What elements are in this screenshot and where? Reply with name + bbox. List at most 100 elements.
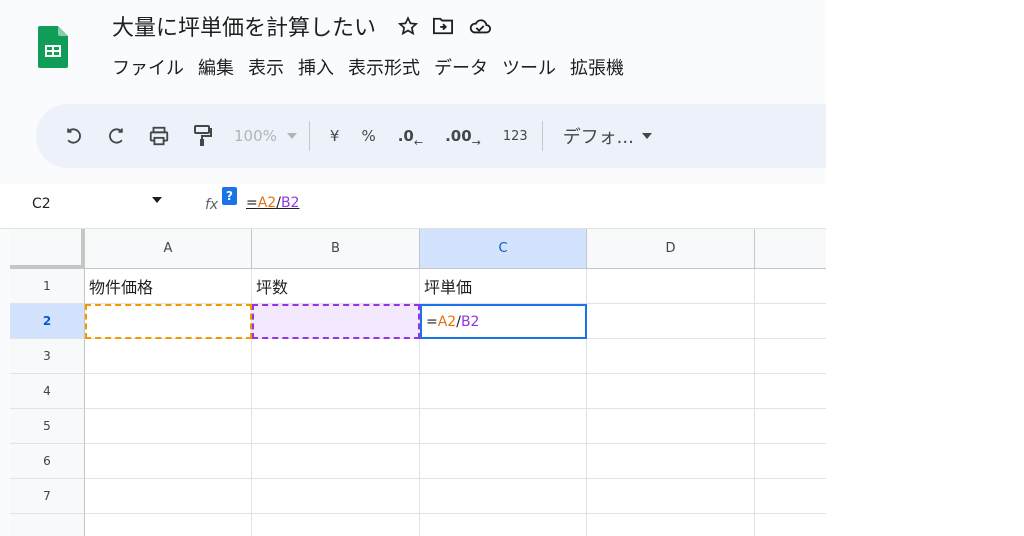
select-all-corner[interactable]	[10, 229, 85, 269]
cell-a2[interactable]	[85, 304, 252, 339]
number-format-button[interactable]: 123	[503, 129, 528, 144]
cell-d3[interactable]	[587, 339, 755, 374]
menu-tools[interactable]: ツール	[502, 54, 556, 80]
cell-a3[interactable]	[85, 339, 252, 374]
menu-extensions[interactable]: 拡張機	[570, 54, 624, 80]
row-header-8[interactable]	[10, 514, 85, 536]
cloud-status-icon[interactable]	[468, 16, 492, 36]
document-title-row: 大量に坪単価を計算したい	[112, 10, 492, 42]
row-header-7[interactable]: 7	[10, 479, 85, 514]
cell-b1[interactable]: 坪数	[252, 269, 420, 304]
row-header-4[interactable]: 4	[10, 374, 85, 409]
chevron-down-icon	[641, 133, 652, 139]
cell-b2[interactable]	[252, 304, 420, 339]
cell-b7[interactable]	[252, 479, 420, 514]
currency-format-button[interactable]: ¥	[330, 127, 340, 145]
paint-format-button[interactable]	[192, 124, 212, 148]
print-icon	[149, 126, 169, 146]
cell-b4[interactable]	[252, 374, 420, 409]
cell-b6[interactable]	[252, 444, 420, 479]
cell-formula-equals: =	[426, 313, 438, 330]
formula-equals: =	[246, 195, 258, 211]
font-family-select[interactable]: デフォ...	[563, 123, 652, 149]
cell-c5[interactable]	[420, 409, 587, 444]
column-header-e[interactable]	[755, 229, 826, 269]
menu-edit[interactable]: 編集	[198, 54, 234, 80]
cell-c2-active[interactable]: = A2/B2	[420, 304, 587, 339]
column-header-d[interactable]: D	[587, 229, 755, 269]
cell-e7[interactable]	[755, 479, 826, 514]
cell-d2[interactable]	[587, 304, 755, 339]
row-header-6[interactable]: 6	[10, 444, 85, 479]
menu-format[interactable]: 表示形式	[348, 54, 420, 80]
menu-file[interactable]: ファイル	[112, 54, 184, 80]
redo-icon	[109, 128, 123, 144]
row-header-2[interactable]: 2	[10, 304, 85, 339]
cell-d7[interactable]	[587, 479, 755, 514]
font-family-value: デフォ...	[562, 127, 634, 148]
cell-d1[interactable]	[587, 269, 755, 304]
chevron-down-icon	[286, 133, 297, 139]
formula-input[interactable]: =A2/B2	[246, 195, 299, 211]
row-header-1[interactable]: 1	[10, 269, 85, 304]
cell-b3[interactable]	[252, 339, 420, 374]
cell-c6[interactable]	[420, 444, 587, 479]
sheets-logo-icon[interactable]	[38, 26, 68, 68]
move-to-folder-icon[interactable]	[432, 16, 454, 36]
cell-c1[interactable]: 坪単価	[420, 269, 587, 304]
star-icon[interactable]	[398, 16, 419, 36]
cell-d8[interactable]	[587, 514, 755, 536]
cell-c3[interactable]	[420, 339, 587, 374]
menu-view[interactable]: 表示	[248, 54, 284, 80]
sheets-window: 大量に坪単価を計算したい ファイル 編集 表示 挿入 表示形式 データ ツール …	[0, 0, 826, 536]
cell-e6[interactable]	[755, 444, 826, 479]
arrow-left-icon: ←	[413, 135, 424, 149]
chevron-down-icon[interactable]	[152, 197, 162, 203]
formula-bar: C2 fx ? =A2/B2	[0, 184, 826, 229]
cell-b8[interactable]	[252, 514, 420, 536]
menu-data[interactable]: データ	[434, 54, 488, 80]
cell-d6[interactable]	[587, 444, 755, 479]
percent-format-button[interactable]: %	[361, 127, 375, 145]
column-header-b[interactable]: B	[252, 229, 420, 269]
undo-button[interactable]	[64, 126, 84, 146]
cell-formula-ref-a2: A2	[437, 313, 457, 330]
formula-ref-b2: B2	[280, 195, 300, 211]
cell-e1[interactable]	[755, 269, 826, 304]
column-header-a[interactable]: A	[85, 229, 252, 269]
menu-insert[interactable]: 挿入	[298, 54, 334, 80]
cell-e8[interactable]	[755, 514, 826, 536]
cell-d5[interactable]	[587, 409, 755, 444]
toolbar-divider	[541, 121, 543, 151]
row-header-3[interactable]: 3	[10, 339, 85, 374]
cell-a4[interactable]	[85, 374, 252, 409]
decrease-decimal-button[interactable]: .0 ←	[398, 127, 423, 149]
cell-c4[interactable]	[420, 374, 587, 409]
cell-c8[interactable]	[420, 514, 587, 536]
cell-a1[interactable]: 物件価格	[85, 269, 252, 304]
cell-e5[interactable]	[755, 409, 826, 444]
row-header-5[interactable]: 5	[10, 409, 85, 444]
title-actions	[398, 16, 492, 36]
cell-e2[interactable]	[755, 304, 826, 339]
formula-help-badge[interactable]: ?	[222, 187, 237, 205]
cell-b5[interactable]	[252, 409, 420, 444]
toolbar: 100% ¥ % .0 ← .00 → 123 デフォ...	[36, 104, 826, 168]
increase-decimal-button[interactable]: .00 →	[445, 127, 481, 149]
cell-e4[interactable]	[755, 374, 826, 409]
print-button[interactable]	[148, 125, 170, 147]
formula-ref-a2: A2	[257, 195, 277, 211]
column-header-c[interactable]: C	[420, 229, 587, 269]
cell-a5[interactable]	[85, 409, 252, 444]
document-title[interactable]: 大量に坪単価を計算したい	[112, 10, 376, 42]
cell-c7[interactable]	[420, 479, 587, 514]
cell-a6[interactable]	[85, 444, 252, 479]
cell-e3[interactable]	[755, 339, 826, 374]
arrow-right-icon: →	[471, 135, 481, 149]
zoom-select[interactable]: 100%	[234, 127, 297, 145]
cell-a8[interactable]	[85, 514, 252, 536]
cell-a7[interactable]	[85, 479, 252, 514]
name-box[interactable]: C2	[32, 196, 51, 212]
cell-d4[interactable]	[587, 374, 755, 409]
redo-button[interactable]	[106, 126, 126, 146]
